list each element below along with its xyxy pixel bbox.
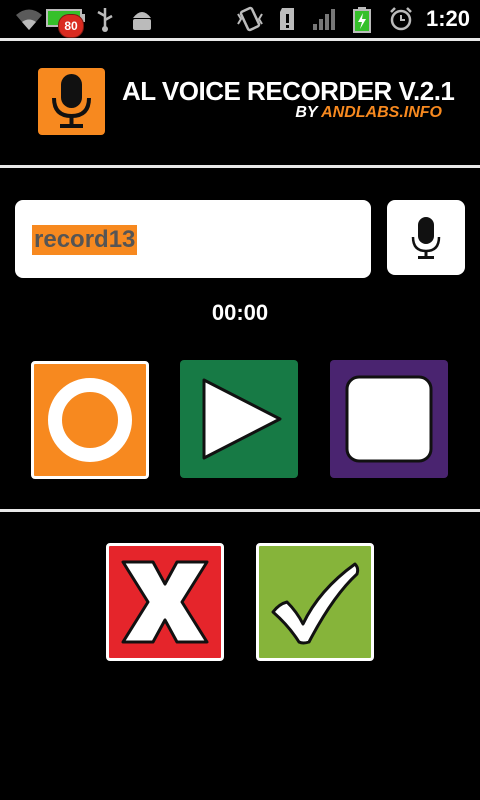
microphone-icon: [411, 217, 441, 259]
sd-card-icon: [278, 6, 298, 32]
app-title: AL VOICE RECORDER V.2.1: [122, 76, 455, 106]
record-button[interactable]: [31, 361, 149, 479]
clock-time: 1:20: [425, 6, 470, 31]
usb-icon: [94, 6, 116, 32]
divider-top: [0, 38, 480, 41]
app-byline: BY ANDLABS.INFO: [295, 104, 442, 122]
signal-icon: [312, 6, 338, 32]
checkmark-icon: [271, 562, 360, 645]
notification-badge: 80: [58, 14, 84, 38]
file-name-input[interactable]: record13: [15, 200, 371, 278]
play-icon: [202, 378, 282, 460]
wifi-icon: [14, 6, 44, 32]
alarm-icon: [388, 6, 414, 32]
battery-icon: [352, 6, 372, 34]
microphone-icon: [52, 74, 91, 128]
by-label: BY: [295, 104, 318, 121]
file-name-value[interactable]: record13: [32, 225, 138, 255]
vibrate-icon: [236, 6, 264, 32]
android-debug-icon: [130, 6, 154, 32]
voice-input-button[interactable]: [387, 200, 465, 275]
recording-timer: 00:00: [211, 300, 269, 325]
confirm-button[interactable]: [256, 543, 374, 661]
cancel-x-icon: [121, 560, 209, 644]
brand-link: ANDLABS.INFO: [321, 104, 442, 121]
cancel-button[interactable]: [106, 543, 224, 661]
record-icon: [48, 378, 132, 462]
status-bar: 80 1:20: [0, 0, 480, 38]
divider-header: [0, 165, 480, 168]
play-button[interactable]: [180, 360, 298, 478]
stop-button[interactable]: [330, 360, 448, 478]
divider-controls: [0, 509, 480, 512]
stop-icon: [345, 375, 433, 463]
app-logo: [38, 68, 105, 135]
